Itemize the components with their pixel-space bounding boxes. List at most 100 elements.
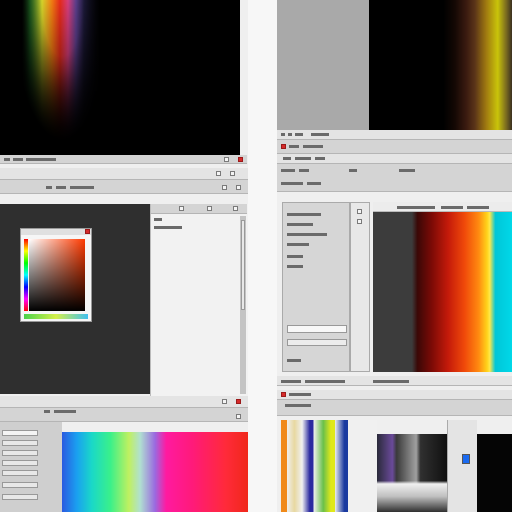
window-close-icon[interactable] bbox=[281, 144, 286, 149]
panel-top-left bbox=[0, 0, 247, 168]
window-minimize-icon[interactable] bbox=[357, 209, 362, 214]
toolbar-text bbox=[299, 169, 309, 172]
properties-sidebar-middle-left bbox=[150, 204, 248, 396]
properties-column bbox=[350, 202, 370, 372]
color-picker-icon[interactable] bbox=[462, 454, 470, 464]
color-picker-title-bar bbox=[21, 229, 91, 235]
window-maximize-icon[interactable] bbox=[207, 206, 212, 211]
property-row bbox=[154, 226, 182, 229]
window-minimize-icon[interactable] bbox=[179, 206, 184, 211]
value-input[interactable] bbox=[287, 339, 347, 346]
canvas-header-text bbox=[467, 206, 489, 209]
tool-row[interactable] bbox=[2, 450, 38, 456]
toolbar-middle-right bbox=[277, 164, 512, 192]
rainbow-gradient-canvas bbox=[62, 432, 248, 512]
black-preview-canvas bbox=[477, 434, 512, 512]
toolbar-text bbox=[399, 169, 415, 172]
toolbar-text bbox=[349, 169, 357, 172]
tool-row[interactable] bbox=[2, 460, 38, 466]
canvas-header-text bbox=[397, 206, 435, 209]
menu-bar-top-right bbox=[277, 140, 512, 154]
status-text bbox=[13, 158, 23, 161]
toolbar-middle-left bbox=[0, 180, 248, 194]
color-picker-dialog[interactable] bbox=[20, 228, 92, 322]
layer-row[interactable] bbox=[287, 243, 309, 246]
toolbar-text bbox=[54, 410, 76, 413]
toolbar-text bbox=[46, 186, 52, 189]
scroll-track[interactable] bbox=[240, 216, 246, 394]
canvas-header bbox=[373, 202, 512, 212]
status-text bbox=[26, 158, 56, 161]
window-close-icon[interactable] bbox=[236, 185, 241, 190]
column-separator bbox=[248, 0, 277, 512]
layers-list-panel bbox=[282, 202, 350, 372]
window-minimize-icon[interactable] bbox=[222, 399, 227, 404]
layer-row[interactable] bbox=[287, 213, 321, 216]
title-bar-middle-right bbox=[277, 154, 512, 164]
status-text bbox=[305, 380, 345, 383]
title-bar-bottom-right bbox=[277, 390, 512, 400]
title-text bbox=[289, 393, 311, 396]
tool-row[interactable] bbox=[2, 470, 38, 476]
dark-canvas-top-right bbox=[369, 0, 512, 130]
toolbar-bottom-right bbox=[277, 400, 512, 416]
window-minimize-icon[interactable] bbox=[230, 171, 235, 176]
toolbar-text bbox=[70, 186, 94, 189]
tool-sidebar-bottom-left bbox=[0, 422, 62, 512]
status-text bbox=[281, 380, 301, 383]
window-close-icon[interactable] bbox=[238, 157, 243, 162]
panel-middle-right bbox=[277, 154, 512, 386]
window-minimize-icon[interactable] bbox=[224, 157, 229, 162]
title-bar-bottom-left bbox=[0, 396, 248, 408]
window-close-icon[interactable] bbox=[233, 206, 238, 211]
value-input[interactable] bbox=[287, 325, 347, 333]
status-text bbox=[373, 380, 409, 383]
window-close-icon[interactable] bbox=[281, 392, 286, 397]
window-maximize-icon[interactable] bbox=[357, 219, 362, 224]
menu-text bbox=[289, 145, 299, 148]
window-minimize-icon[interactable] bbox=[222, 185, 227, 190]
toolbar-text bbox=[311, 133, 329, 136]
status-bar-top-left bbox=[0, 155, 247, 164]
toolbar-top-right bbox=[277, 130, 512, 140]
toolbar-text bbox=[281, 182, 303, 185]
property-row bbox=[154, 218, 162, 221]
gray-sidebar-top-right bbox=[277, 0, 369, 130]
swatch-column bbox=[447, 420, 477, 512]
window-maximize-icon[interactable] bbox=[216, 171, 221, 176]
status-bar-middle-right bbox=[277, 376, 512, 386]
layer-row[interactable] bbox=[287, 265, 303, 268]
layer-row[interactable] bbox=[287, 359, 301, 362]
tool-row[interactable] bbox=[2, 482, 38, 488]
tool-row[interactable] bbox=[2, 494, 38, 500]
panel-middle-left bbox=[0, 168, 248, 396]
layer-row[interactable] bbox=[287, 223, 313, 226]
grayscale-canvas bbox=[377, 434, 447, 512]
status-text bbox=[4, 158, 10, 161]
toolbar-text bbox=[56, 186, 66, 189]
color-picker-field[interactable] bbox=[29, 239, 85, 311]
sidebar-header bbox=[151, 204, 247, 214]
toolbar-text bbox=[288, 133, 292, 136]
layer-row[interactable] bbox=[287, 255, 303, 258]
window-close-icon[interactable] bbox=[236, 399, 241, 404]
toolbar-text bbox=[307, 182, 321, 185]
window-close-icon[interactable] bbox=[85, 229, 90, 234]
color-preview-strip bbox=[24, 314, 88, 319]
toolbar-text bbox=[295, 133, 303, 136]
layer-row[interactable] bbox=[287, 233, 327, 236]
hue-slider[interactable] bbox=[24, 239, 28, 311]
panel-bottom-right bbox=[277, 390, 512, 512]
color-strips-canvas bbox=[281, 420, 377, 512]
scroll-thumb-icon[interactable] bbox=[241, 220, 245, 310]
toolbar-text bbox=[285, 404, 311, 407]
tool-row[interactable] bbox=[2, 440, 38, 446]
spectrum-fade-top-left bbox=[0, 0, 240, 155]
window-close-icon[interactable] bbox=[236, 414, 241, 419]
panel-top-right bbox=[277, 0, 512, 168]
tool-row[interactable] bbox=[2, 430, 38, 436]
canvas-header-text bbox=[441, 206, 463, 209]
toolbar-text bbox=[281, 133, 285, 136]
title-text bbox=[295, 157, 311, 160]
title-text bbox=[283, 157, 291, 160]
